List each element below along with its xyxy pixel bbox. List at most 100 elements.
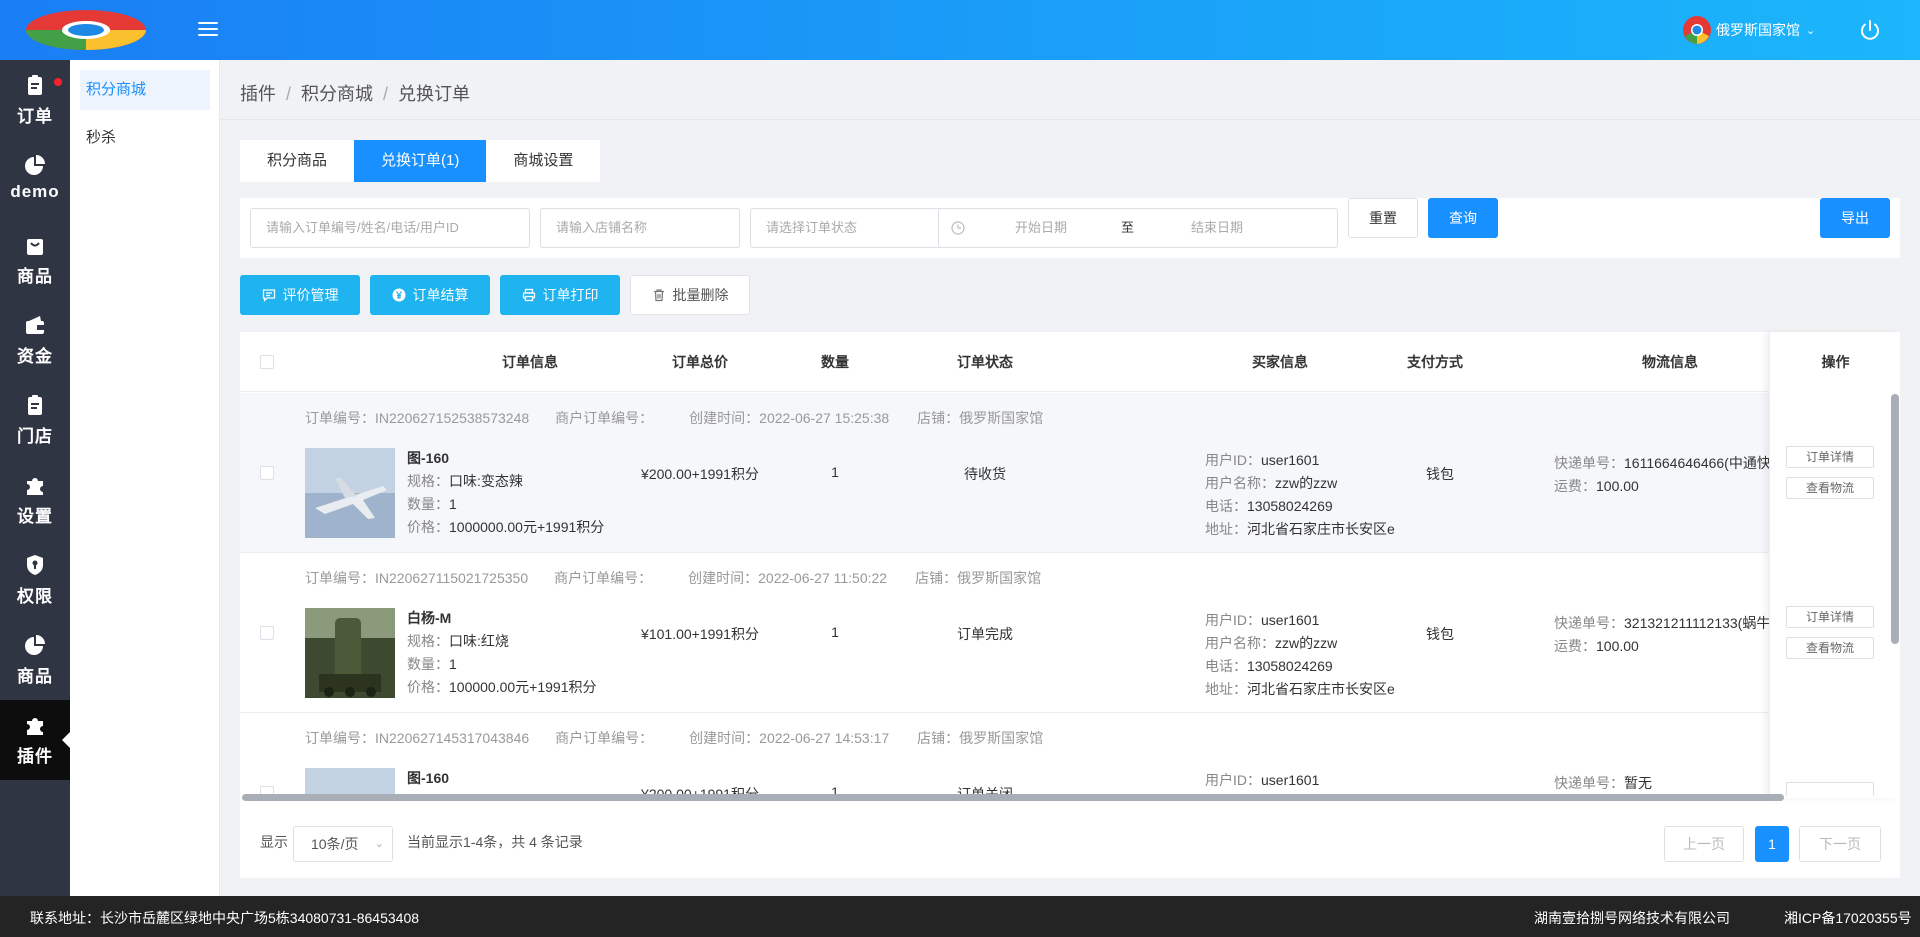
page-size-select[interactable]: 10条/页 ⌄ [293,826,393,862]
payment-method: 钱包 [1426,626,1454,642]
table-row: 订单编号：IN220627145317043846 商户订单编号： 创建时间：202… [240,713,1900,798]
tab-mall-settings[interactable]: 商城设置 [486,140,600,182]
tracking-info: 快递单号：暂无 [1554,773,1784,793]
nav-item-settings[interactable]: 设置 [0,460,70,540]
product-thumbnail[interactable] [305,448,395,538]
breadcrumb-separator: / [383,84,389,104]
power-icon[interactable] [1858,18,1882,42]
subnav-item-flash-sale[interactable]: 秒杀 [80,118,210,158]
nav-label: 权限 [17,587,53,606]
subnav-item-points-mall[interactable]: 积分商城 [80,70,210,110]
page-size-label: 显示 [260,834,288,850]
tab-bar: 积分商品 兑换订单(1) 商城设置 [240,140,601,182]
trash-icon [653,289,664,302]
order-status-select[interactable]: 请选择订单状态 ⌄ [750,208,965,248]
order-no-label: 订单编号： [305,410,375,426]
nav-item-goods-2[interactable]: 商品 [0,620,70,700]
phone-label: 电话： [1205,658,1247,674]
user-id-label: 用户ID： [1205,772,1261,788]
start-date[interactable]: 开始日期 [1015,209,1067,247]
sub-nav: 积分商城 秒杀 [70,60,220,896]
order-detail-button[interactable]: 订单详情 [1786,446,1874,468]
logo[interactable] [26,8,146,52]
wallet-icon [26,316,44,334]
order-detail-button[interactable]: 订单详情 [1786,606,1874,628]
yen-coin-icon [392,288,405,302]
buyer-address: 地址：河北省石家庄市长安区e [1205,679,1395,699]
row-checkbox[interactable] [260,466,274,480]
product-name[interactable]: 图-160 [407,448,449,468]
horizontal-scrollbar[interactable] [242,794,1784,801]
product-name[interactable]: 图-160 [407,768,449,788]
export-button[interactable]: 导出 [1820,198,1890,238]
tab-points-goods[interactable]: 积分商品 [240,140,354,182]
freight-info: 运费：100.00 [1554,636,1784,656]
spec-value: 口味:红烧 [449,633,509,649]
end-date[interactable]: 结束日期 [1191,209,1243,247]
reset-button[interactable]: 重置 [1348,198,1418,238]
table-body: 订单编号：IN220627152538573248 商户订单编号： 创建时间：202… [240,393,1900,798]
product-thumbnail[interactable] [305,608,395,698]
order-status: 订单完成 [957,626,1013,642]
order-no-label: 订单编号： [305,570,375,586]
created-label: 创建时间： [689,730,760,746]
order-search-field[interactable] [250,208,530,248]
view-logistics-button[interactable]: 查看物流 [1786,637,1874,659]
nav-label: 资金 [17,347,53,366]
order-search-input[interactable] [266,209,529,246]
nav-item-plugins[interactable]: 插件 [0,700,70,780]
pagination: 显示 10条/页 ⌄ 当前显示1-4条，共 4 条记录 上一页 1 下一页 [240,822,1900,862]
order-settle-button[interactable]: 订单结算 [370,275,490,315]
operation-column: 操作 订单详情 查看物流 订单详情 查看物流 [1769,332,1900,798]
qty-value: 1 [449,496,457,512]
nav-item-demo[interactable]: demo [0,140,70,220]
col-logistics: 物流信息 [1642,354,1698,370]
product-price: 价格：100000.00元+1991积分 [407,677,597,697]
order-meta: 订单编号：IN220627115021725350 商户订单编号： 创建时间：202… [305,568,1041,588]
nav-item-orders[interactable]: 订单 [0,60,70,140]
select-all-checkbox[interactable] [260,355,274,369]
nav-item-goods[interactable]: 商品 [0,220,70,300]
nav-item-stores[interactable]: 门店 [0,380,70,460]
tracking-label: 快递单号： [1554,775,1624,791]
order-detail-button[interactable] [1786,782,1874,796]
user-name-value: zzw的zzw [1275,475,1338,491]
tracking-value: 暂无 [1624,775,1652,791]
footer-icp[interactable]: 湘ICP备17020355号 [1784,908,1912,928]
store-name-field[interactable] [540,208,740,248]
user-name-label: 用户名称： [1205,635,1275,651]
merchant-no-label: 商户订单编号： [555,730,654,746]
user-menu[interactable]: 俄罗斯国家馆 ⌄ [1682,14,1815,46]
product-name[interactable]: 白杨-M [407,608,451,628]
page-summary: 当前显示1-4条，共 4 条记录 [407,834,583,850]
tracking-label: 快递单号： [1554,455,1624,471]
page-number-current[interactable]: 1 [1755,826,1789,862]
tracking-info: 快递单号：321321211112133(蜗牛快递) [1554,613,1784,633]
menu-toggle-icon[interactable] [196,18,220,42]
col-quantity: 数量 [821,354,849,370]
query-button[interactable]: 查询 [1428,198,1498,238]
freight-value: 100.00 [1596,638,1639,654]
store-name: 俄罗斯国家馆 [957,570,1042,586]
tab-exchange-orders[interactable]: 兑换订单(1) [354,140,487,182]
product-spec: 规格：口味:红烧 [407,631,509,651]
review-manage-button[interactable]: 评价管理 [240,275,360,315]
batch-delete-button[interactable]: 批量删除 [630,275,750,315]
table-row: 订单编号：IN220627152538573248 商户订单编号： 创建时间：202… [240,393,1900,553]
breadcrumb-item[interactable]: 插件 [240,84,276,104]
next-page-button[interactable]: 下一页 [1799,826,1881,862]
vertical-scrollbar[interactable] [1891,394,1899,644]
store-name-input[interactable] [556,209,739,246]
page-size-value: 10条/页 [311,836,359,852]
nav-item-permissions[interactable]: 权限 [0,540,70,620]
nav-label: 设置 [17,507,53,526]
breadcrumb-item[interactable]: 积分商城 [301,84,373,104]
nav-label: 插件 [17,747,53,766]
date-range-picker[interactable]: 开始日期 至 结束日期 [938,208,1338,248]
row-checkbox[interactable] [260,626,274,640]
prev-page-button[interactable]: 上一页 [1664,826,1744,862]
store-name: 俄罗斯国家馆 [959,410,1044,426]
nav-item-funds[interactable]: 资金 [0,300,70,380]
order-print-button[interactable]: 订单打印 [500,275,620,315]
view-logistics-button[interactable]: 查看物流 [1786,477,1874,499]
